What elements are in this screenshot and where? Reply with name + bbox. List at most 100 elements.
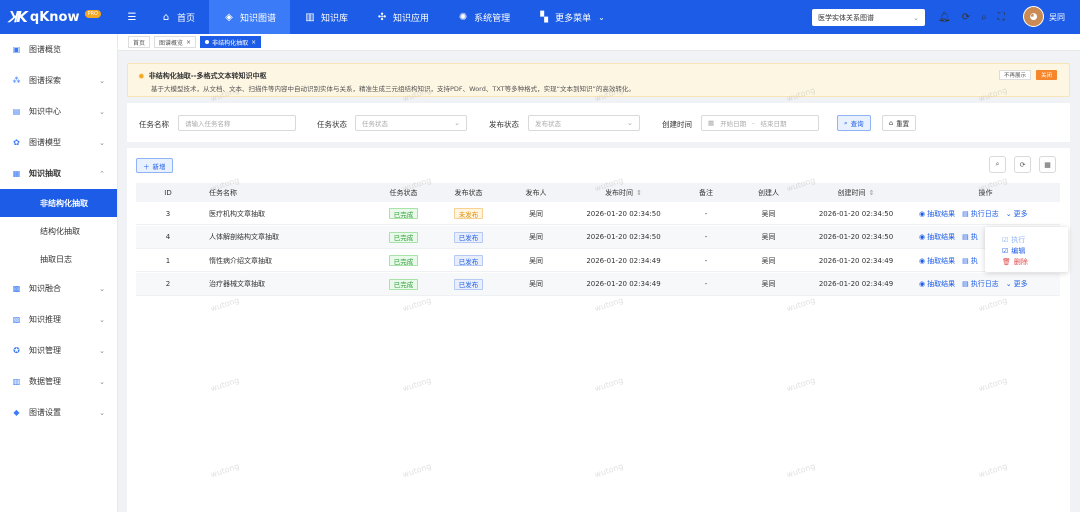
user-name[interactable]: 吴同 [1049, 12, 1065, 23]
brand-name: qKnow [29, 9, 80, 25]
nav-item-label: 首页 [177, 13, 196, 24]
brand-logo[interactable]: ꞰK qKnow PRO [0, 0, 110, 34]
sort-icon[interactable]: ⇕ [869, 189, 875, 197]
execution-log-link[interactable]: ▤ 执行日志 [962, 279, 999, 289]
publish-status-select[interactable]: 发布状态 ⌄ [528, 115, 640, 131]
table-cell-actions: ◉ 抽取结果 ▤ 执行日志 ⌄ 更多 [911, 202, 1060, 225]
column-header[interactable]: 创建时间 ⇕ [801, 183, 911, 202]
column-header-label: 任务名称 [209, 188, 237, 197]
extract-result-link[interactable]: ◉ 抽取结果 [919, 209, 955, 219]
publish-status-badge: 已发布 [453, 278, 484, 290]
search-toggle-button[interactable]: ⌕ [989, 156, 1006, 173]
task-status-select[interactable]: 任务状态 ⌄ [355, 115, 467, 131]
date-range-picker[interactable]: ▦ 开始日期 - 结束日期 [701, 115, 819, 131]
graph-selector[interactable]: 医学实体关系图谱 ⌄ [812, 9, 925, 26]
table-cell-creator: 吴同 [736, 249, 801, 272]
sort-icon[interactable]: ⇕ [636, 189, 642, 197]
avatar[interactable]: ◕ [1023, 6, 1044, 27]
execution-log-link[interactable]: ▤ 执 [962, 232, 978, 242]
sidebar-subitem[interactable]: 抽取日志 [0, 245, 117, 273]
bell-icon[interactable]: 🔔︎ [938, 12, 951, 23]
nav-item-settings[interactable]: ✺ 系统管理 [443, 0, 524, 34]
column-header[interactable]: 发布时间 ⇕ [571, 183, 676, 202]
table-cell-task-status: 已完成 [376, 202, 431, 225]
column-header: 备注 [676, 183, 736, 202]
more-actions-link[interactable]: ⌄ 更多 [1006, 279, 1028, 289]
sidebar-item-icon: ✿ [13, 138, 20, 147]
menu-item-delete[interactable]: 🗑︎ 删除 [1002, 257, 1028, 267]
column-header: ID [136, 183, 200, 202]
execution-log-label: 执 [970, 256, 978, 265]
table-header: ID 任务名称 任务状态 发布状态 发布人 发布时间 ⇕ 备注 创建人 创建时间 ⇕ 操作 [136, 183, 1060, 202]
sidebar-item[interactable]: ✿ 图谱模型 ⌄ [0, 127, 117, 158]
sidebar-item[interactable]: ▥ 数据管理 ⌄ [0, 366, 117, 397]
apps-icon: ✣ [377, 11, 387, 23]
close-icon[interactable]: × [251, 39, 256, 46]
sidebar-subitem[interactable]: 非结构化抽取 [0, 189, 117, 217]
search-icon[interactable]: ⌕ [981, 12, 987, 23]
notice-banner: ✹ 非结构化抽取--多格式文本转知识中枢 基于大模型技术，从文档、文本、扫描件等… [127, 63, 1070, 97]
task-name-input[interactable]: 请输入任务名称 [178, 115, 296, 131]
chevron-down-icon: ⌄ [99, 138, 105, 147]
nav-item-label: 更多菜单 [555, 13, 592, 24]
table-cell-remark: - [676, 273, 736, 296]
reset-button[interactable]: ⌂ 重置 [882, 115, 917, 131]
menu-item-execute[interactable]: ☑ 执行 [1002, 235, 1025, 245]
table-cell-publisher: 吴同 [506, 273, 566, 296]
nav-item-more-grid[interactable]: ▚ 更多菜单 ⌄ [524, 0, 619, 34]
task-name-placeholder: 请输入任务名称 [185, 120, 231, 128]
execution-log-link[interactable]: ▤ 执 [962, 256, 978, 266]
extract-result-link[interactable]: ◉ 抽取结果 [919, 256, 955, 266]
log-icon: ▤ [962, 280, 969, 288]
extract-result-label: 抽取结果 [927, 280, 956, 288]
refresh-button[interactable]: ⟳ [1014, 156, 1031, 173]
menu-item-edit[interactable]: ☑ 编辑 [1002, 246, 1025, 256]
add-task-button[interactable]: ＋ 新增 [136, 158, 173, 173]
nav-item-graph[interactable]: ◈ 知识图谱 [209, 0, 291, 34]
cell-text: 吴同 [529, 256, 543, 265]
table-cell-publisher: 吴同 [506, 202, 566, 225]
page-tab[interactable]: 非结构化抽取 × [200, 36, 262, 48]
fullscreen-icon[interactable]: ⛶ [998, 12, 1005, 23]
refresh-icon[interactable]: ⟳ [962, 12, 970, 23]
sidebar-item[interactable]: ▦ 知识抽取 ⌃ [0, 158, 117, 189]
column-settings-button[interactable]: ▦ [1039, 156, 1056, 173]
home-icon: ⌂ [162, 11, 170, 23]
more-actions-link[interactable]: ⌄ 更多 [1006, 209, 1028, 219]
sidebar-item-label: 图谱探索 [29, 76, 61, 85]
extract-result-link[interactable]: ◉ 抽取结果 [919, 279, 955, 289]
query-button[interactable]: ⌕ 查询 [837, 115, 871, 131]
dont-show-again-button[interactable]: 不再展示 [999, 70, 1032, 80]
table-cell-name: 人体解剖结构文章抽取 [209, 226, 359, 249]
sidebar-item[interactable]: ✪ 知识管理 ⌄ [0, 335, 117, 366]
sidebar-item[interactable]: ▤ 知识中心 ⌄ [0, 96, 117, 127]
cell-text: - [704, 209, 708, 218]
cell-text: 2026-01-20 02:34:49 [818, 280, 894, 288]
sidebar-item[interactable]: ▧ 知识推理 ⌄ [0, 304, 117, 335]
extract-result-link[interactable]: ◉ 抽取结果 [919, 232, 955, 242]
close-notice-button[interactable]: 关闭 [1036, 70, 1058, 80]
table-cell-remark: - [676, 226, 736, 249]
search-panel: 任务名称 请输入任务名称 任务状态 任务状态 ⌄ 发布状态 发布状态 ⌄ 创建时… [127, 103, 1070, 142]
nav-item-apps[interactable]: ✣ 知识应用 [362, 0, 443, 34]
close-icon[interactable]: × [186, 39, 191, 46]
menu-collapse-icon[interactable]: ☰ [124, 0, 140, 34]
nav-item-library[interactable]: ▥ 知识库 [290, 0, 362, 34]
sidebar-item[interactable]: ▩ 知识融合 ⌄ [0, 273, 117, 304]
page-tab[interactable]: 图谱概览 × [154, 36, 197, 48]
sidebar-item[interactable]: ⁂ 图谱探索 ⌄ [0, 65, 117, 96]
table-cell-name: 惰性病介绍文章抽取 [209, 249, 359, 272]
sidebar-item[interactable]: ◆ 图谱设置 ⌄ [0, 397, 117, 428]
column-header-label: 创建人 [758, 188, 779, 197]
table-cell-created: 2026-01-20 02:34:49 [801, 273, 911, 296]
extract-result-label: 抽取结果 [927, 233, 956, 241]
notice-description: 基于大模型技术，从文档、文本、扫描件等内容中自动识别实体与关系，精准生成三元组结… [151, 85, 635, 93]
start-date-placeholder: 开始日期 [720, 120, 747, 128]
execution-log-link[interactable]: ▤ 执行日志 [962, 209, 999, 219]
sidebar-item-icon: ▣ [12, 45, 21, 54]
sidebar-item[interactable]: ▣ 图谱概览 [0, 34, 117, 65]
nav-item-home[interactable]: ⌂ 首页 [146, 0, 209, 34]
chevron-up-icon: ⌃ [99, 169, 105, 178]
page-tab[interactable]: 首页 [128, 36, 151, 48]
sidebar-subitem[interactable]: 结构化抽取 [0, 217, 117, 245]
